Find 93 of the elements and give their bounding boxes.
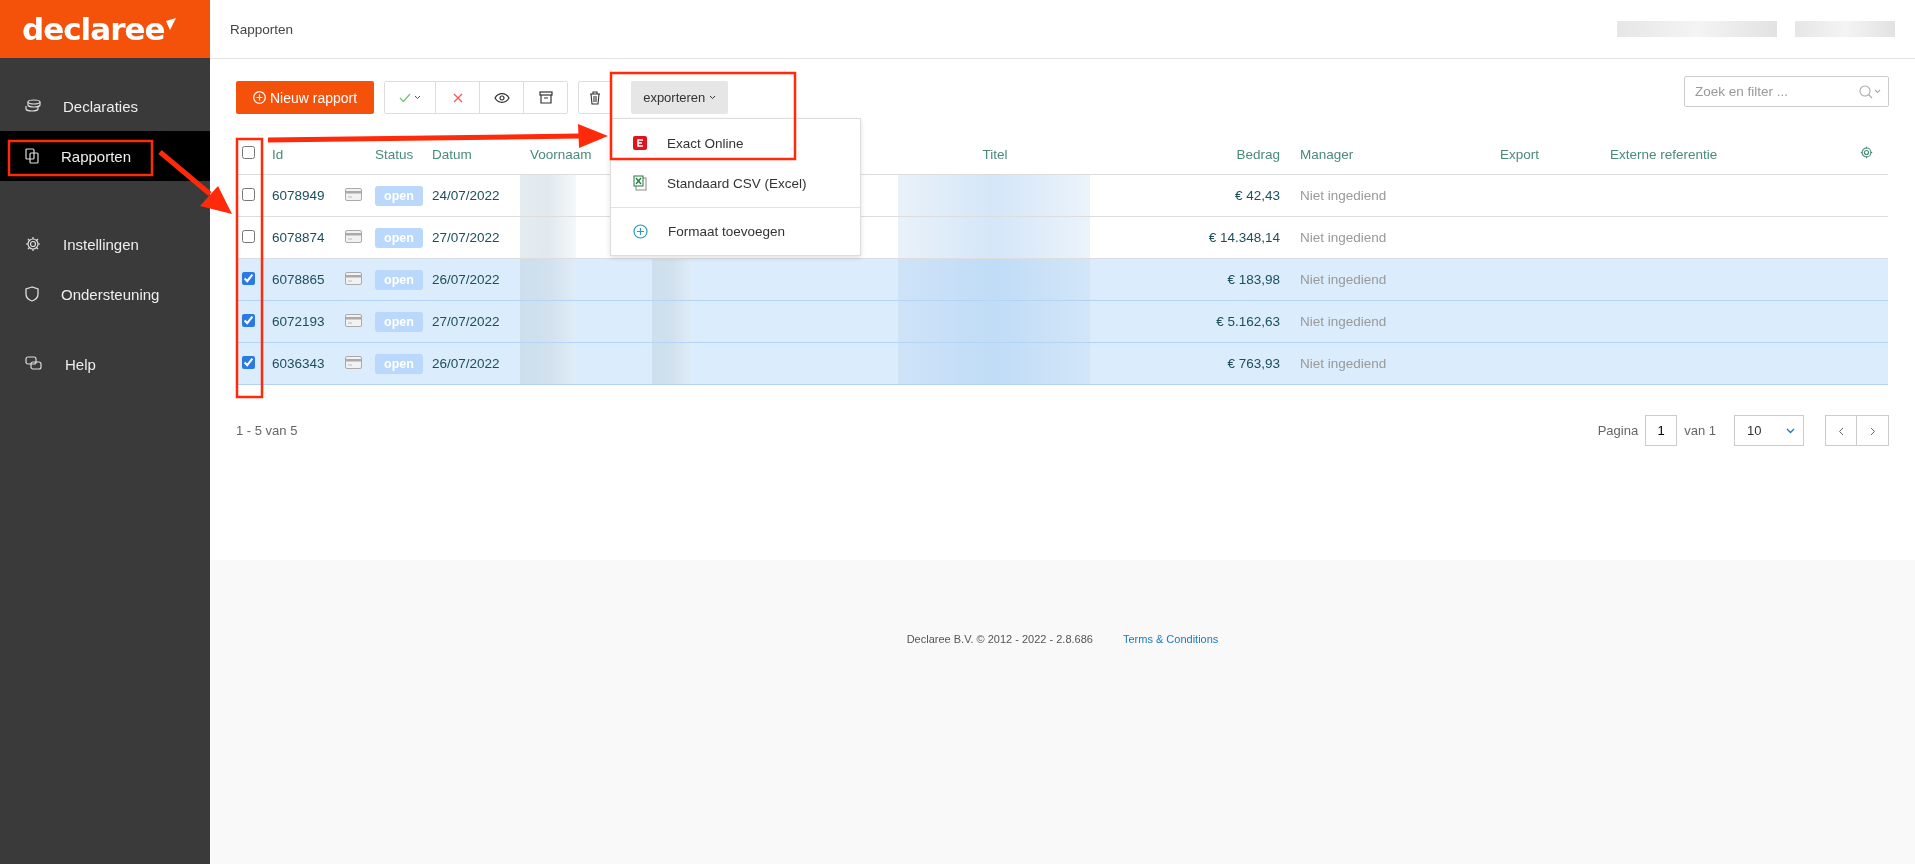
settings-icon — [25, 236, 41, 252]
table-cell: € 5.162,63 — [1090, 300, 1290, 343]
redacted-block — [652, 301, 692, 342]
table-cell: 24/07/2022 — [422, 174, 520, 217]
table-cell: Niet ingediend — [1290, 174, 1490, 217]
spreadsheet-icon — [633, 175, 647, 191]
redacted-block — [520, 217, 576, 258]
settings-icon[interactable] — [1860, 146, 1873, 159]
redacted-block — [652, 343, 692, 384]
row-checkbox[interactable] — [242, 187, 255, 201]
card-icon — [345, 271, 362, 285]
table-cell: 26/07/2022 — [422, 342, 520, 385]
sidebar-item[interactable]: Instellingen — [0, 219, 210, 269]
card-icon — [345, 229, 362, 243]
table-cell: 6072193 — [262, 300, 335, 343]
column-header[interactable]: Id — [262, 134, 335, 175]
card-icon — [345, 187, 362, 201]
sidebar-item[interactable]: Rapporten — [0, 131, 210, 181]
status-badge: open — [375, 186, 423, 206]
table-cell: Niet ingediend — [1290, 342, 1490, 385]
search-icon — [1859, 85, 1881, 99]
caret-icon — [709, 95, 717, 100]
archive-icon — [538, 91, 553, 104]
chat-icon — [25, 356, 43, 372]
table-cell: € 42,43 — [1090, 174, 1290, 217]
column-header[interactable]: Titel — [890, 134, 1090, 175]
select-all-checkbox[interactable] — [242, 146, 255, 159]
redacted-block — [520, 175, 576, 216]
card-icon — [345, 355, 362, 369]
redacted-block — [520, 259, 576, 300]
sidebar-item[interactable]: Help — [0, 339, 210, 389]
chevron-right-icon — [1869, 426, 1876, 436]
delete-button[interactable] — [578, 81, 613, 114]
table-cell: 26/07/2022 — [422, 258, 520, 301]
results-range: 1 - 5 van 5 — [236, 423, 298, 438]
table-cell: 6078949 — [262, 174, 335, 217]
status-badge: open — [375, 228, 423, 248]
add-icon — [633, 223, 648, 239]
table-cell: 6036343 — [262, 342, 335, 385]
logo-text: declaree — [22, 11, 165, 47]
copyright-text: Declaree B.V. © 2012 - 2022 - 2.8.686 — [906, 633, 1093, 647]
column-header[interactable]: Externe referentie — [1600, 134, 1850, 175]
check-icon — [399, 92, 412, 103]
table-cell: € 14.348,14 — [1090, 216, 1290, 259]
logo-mark-icon — [166, 18, 177, 30]
export-dropdown-button[interactable]: exporteren — [631, 81, 729, 114]
row-checkbox[interactable] — [242, 313, 255, 327]
row-checkbox[interactable] — [242, 355, 255, 369]
caret-icon — [414, 95, 422, 100]
chevron-down-icon — [1786, 427, 1795, 434]
copy-icon — [25, 148, 39, 164]
page-count: van 1 — [1684, 423, 1716, 438]
chevron-left-icon — [1838, 426, 1844, 436]
table-cell: 6078865 — [262, 258, 335, 301]
add-icon — [253, 91, 266, 104]
row-checkbox[interactable] — [242, 229, 255, 243]
table-cell: € 763,93 — [1090, 342, 1290, 385]
sidebar-item[interactable]: Declaraties — [0, 81, 210, 131]
table-cell: Niet ingediend — [1290, 300, 1490, 343]
card-icon — [345, 313, 362, 327]
table-cell: 6078874 — [262, 216, 335, 259]
page-title: Rapporten — [230, 21, 294, 37]
archive-button[interactable] — [523, 82, 568, 113]
column-header[interactable]: Datum — [422, 134, 520, 175]
table-cell: € 183,98 — [1090, 258, 1290, 301]
table-cell: 27/07/2022 — [422, 216, 520, 259]
status-badge: open — [375, 312, 423, 332]
search-field[interactable]: Zoek en filter ... — [1684, 76, 1889, 107]
redacted-block — [652, 259, 692, 300]
column-header[interactable]: Manager — [1290, 134, 1490, 175]
table-cell: Niet ingediend — [1290, 216, 1490, 259]
row-checkbox[interactable] — [242, 271, 255, 285]
shield-icon — [25, 286, 39, 302]
close-icon — [452, 92, 463, 103]
status-badge: open — [375, 270, 423, 290]
column-header[interactable]: Export — [1490, 134, 1600, 175]
exact-logo-icon — [633, 136, 647, 150]
menu-item[interactable]: Formaat toevoegen — [611, 211, 860, 251]
column-header[interactable]: Bedrag — [1090, 134, 1290, 175]
redacted-block — [520, 301, 576, 342]
sidebar-item[interactable]: Ondersteuning — [0, 269, 210, 319]
eye-icon — [493, 92, 510, 103]
coins-icon — [25, 99, 41, 113]
page-number-field[interactable]: 1 — [1645, 415, 1678, 446]
column-header[interactable]: Status — [365, 134, 422, 175]
status-badge: open — [375, 354, 423, 374]
trash-icon — [589, 90, 602, 105]
page-label: Pagina — [1597, 423, 1639, 438]
redacted-block — [520, 343, 576, 384]
table-cell: Niet ingediend — [1290, 258, 1490, 301]
table-cell: 27/07/2022 — [422, 300, 520, 343]
page-size-select[interactable]: 10 — [1734, 415, 1804, 446]
terms-link[interactable]: Terms & Conditions — [1122, 633, 1219, 864]
